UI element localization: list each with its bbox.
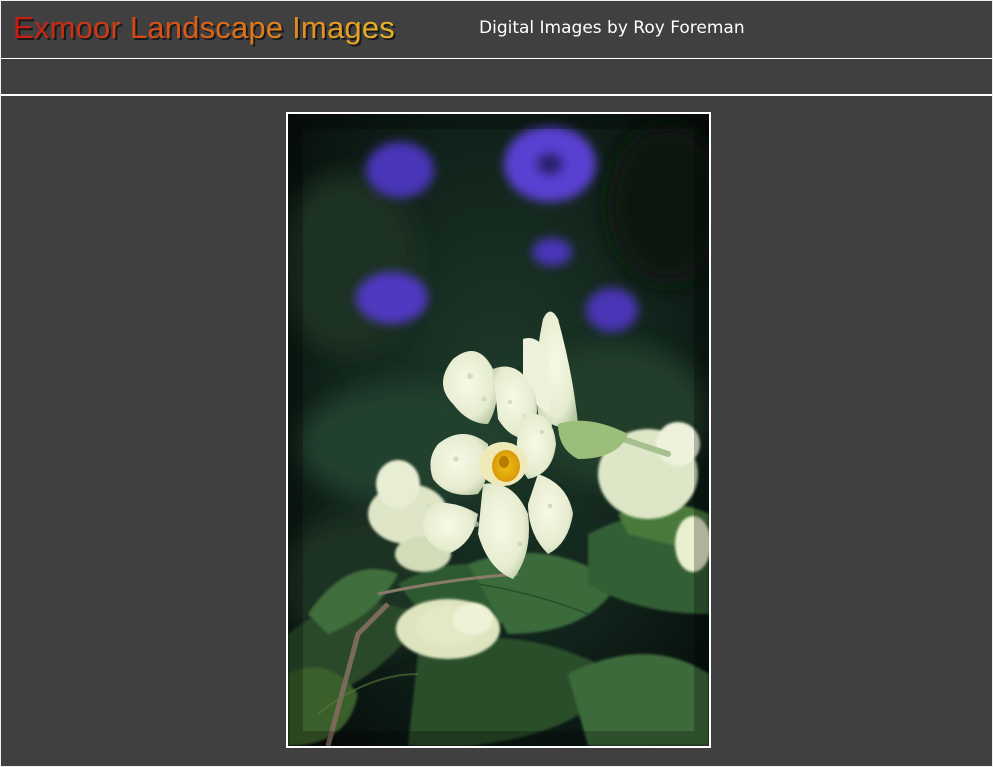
primrose-photo-image: [288, 114, 709, 746]
site-title[interactable]: Exmoor Landscape Images: [13, 9, 395, 47]
navigation-bar: [1, 59, 992, 96]
page: { "header": { "site_title": "Exmoor Land…: [0, 0, 993, 767]
site-header: Exmoor Landscape Images Exmoor Landscape…: [1, 1, 992, 59]
site-subtitle: Digital Images by Roy Foreman: [479, 18, 745, 38]
primrose-photo[interactable]: [286, 112, 711, 748]
